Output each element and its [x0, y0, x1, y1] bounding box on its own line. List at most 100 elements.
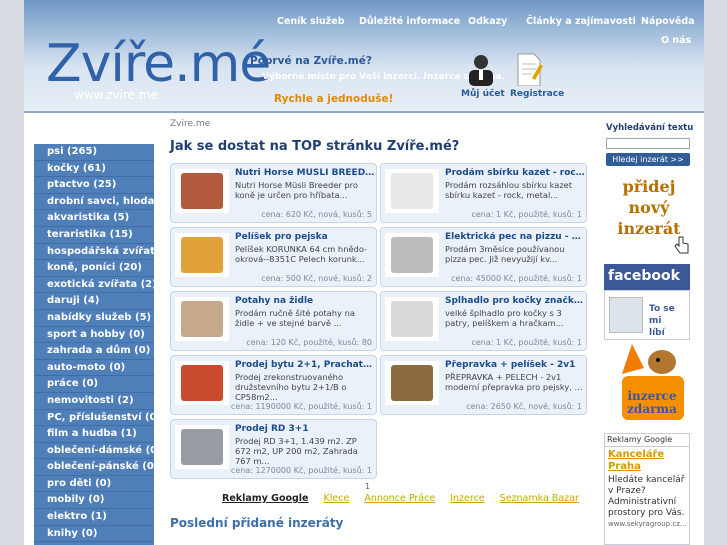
- site-logo[interactable]: Zvíře.mé: [46, 38, 271, 90]
- sidebar-category[interactable]: ptactvo (25): [34, 177, 154, 194]
- nav-clanky[interactable]: Články a zajímavosti: [526, 16, 636, 27]
- listing-card[interactable]: Šplhadlo pro kočky značky S... velké šplh…: [380, 291, 587, 351]
- sidebar-category[interactable]: sport a hobby (0): [34, 327, 154, 344]
- listing-description: Pelíšek KORUNKA 64 cm hnědo-okrová--8351…: [235, 244, 368, 264]
- listing-thumbnail[interactable]: [175, 361, 229, 405]
- listing-price: cena: 45000 Kč, použité, kusů: 1: [451, 274, 582, 283]
- sidebar-category[interactable]: akvaristika (5): [34, 210, 154, 227]
- listing-thumbnail[interactable]: [175, 425, 229, 469]
- listing-card[interactable]: Přepravka + pelíšek - 2v1 PŘEPRAVKA + PEL…: [380, 355, 587, 415]
- nav-napoveda[interactable]: Nápověda: [641, 16, 695, 27]
- listing-thumbnail[interactable]: [175, 297, 229, 341]
- listing-card[interactable]: Elektrická pec na pizzu - Pro... Prodám 3…: [380, 227, 587, 287]
- sidebar-category[interactable]: knihy (0): [34, 526, 154, 543]
- hand-cursor-icon: [674, 236, 689, 254]
- listing-card[interactable]: Prodej RD 3+1 Prodej RD 3+1, 1.439 m2. ZP…: [170, 419, 377, 479]
- ad-link-prace[interactable]: Annonce Práce: [364, 493, 435, 504]
- sidebar-category[interactable]: nabídky služeb (5): [34, 310, 154, 327]
- nav-o-nas[interactable]: O nás: [661, 35, 691, 46]
- listing-description: Nutri Horse Müsli Breeder pro koně je ur…: [235, 180, 358, 200]
- sidebar-category[interactable]: práce (0): [34, 376, 154, 393]
- fb-text-line: To se mi: [649, 304, 675, 326]
- my-account-link[interactable]: Můj účet: [461, 89, 505, 99]
- listing-card[interactable]: Pelíšek pro pejska Pelíšek KORUNKA 64 cm …: [170, 227, 377, 287]
- dog-with-sign-image: [622, 344, 684, 420]
- sidebar-category[interactable]: oblečení-pánské (0): [34, 459, 154, 476]
- listing-card[interactable]: Nutri Horse MÜSLI BREEDER 20kg Nutri Hors…: [170, 163, 377, 223]
- sidebar-category[interactable]: daruji (4): [34, 293, 154, 310]
- listing-title[interactable]: Přepravka + pelíšek - 2v1: [445, 360, 585, 370]
- nav-odkazy[interactable]: Odkazy: [468, 16, 507, 27]
- ad-link-klece[interactable]: Klece: [324, 493, 350, 504]
- ad-link-inzerce[interactable]: Inzerce: [450, 493, 484, 504]
- right-column: Vyhledávání textu Hledej inzerát >> přid…: [604, 118, 694, 545]
- pagination[interactable]: 1: [365, 482, 370, 491]
- breadcrumb[interactable]: Zvire.me: [170, 119, 210, 129]
- sidebar-top: [34, 118, 154, 144]
- free-ad-line: zdarma: [627, 402, 677, 416]
- facebook-like-text[interactable]: To se mi líbí: [649, 303, 689, 339]
- sidebar-category[interactable]: koně, poníci (20): [34, 260, 154, 277]
- listing-title[interactable]: Pelíšek pro pejska: [235, 232, 375, 242]
- sidebar-category[interactable]: exotická zvířata (2): [34, 277, 154, 294]
- sidebar-category[interactable]: pro děti (0): [34, 476, 154, 493]
- sidebar-category[interactable]: hospodářská zvířata (13): [34, 244, 154, 261]
- sidebar-category[interactable]: zahrada a dům (0): [34, 343, 154, 360]
- nav-cenik[interactable]: Ceník služeb: [277, 16, 345, 27]
- listing-title[interactable]: Prodej RD 3+1: [235, 424, 375, 434]
- listing-thumbnail[interactable]: [385, 361, 439, 405]
- listing-card[interactable]: Prodám sbírku kazet - rock, ... Prodám ro…: [380, 163, 587, 223]
- sidebar-category[interactable]: oblečení-dámské (0): [34, 443, 154, 460]
- register-link[interactable]: Registrace: [510, 89, 564, 99]
- listing-description: Prodej zrekonstruovaného družstevního by…: [235, 372, 347, 402]
- ads-label[interactable]: Reklamy Google: [222, 493, 309, 504]
- search-button[interactable]: Hledej inzerát >>: [606, 153, 690, 166]
- listing-card[interactable]: Potahy na židle Prodám ručně šité potahy …: [170, 291, 377, 351]
- free-ad-banner[interactable]: inzerce zdarma: [614, 344, 690, 430]
- search-label: Vyhledávání textu: [606, 123, 694, 133]
- sidebar-category[interactable]: film a hudba (1): [34, 426, 154, 443]
- listing-card[interactable]: Prodej bytu 2+1, Prachatice Prodej zrekon…: [170, 355, 377, 415]
- ad-link-seznamka[interactable]: Seznamka Bazar: [500, 493, 579, 504]
- listing-price: cena: 500 Kč, nové, kusů: 2: [261, 274, 372, 283]
- sidebar-category[interactable]: elektro (1): [34, 509, 154, 526]
- listing-thumbnail[interactable]: [385, 297, 439, 341]
- page: Ceník služeb Důležité informace Odkazy Č…: [24, 0, 704, 545]
- listing-title[interactable]: Prodej bytu 2+1, Prachatice: [235, 360, 375, 370]
- listing-thumbnail[interactable]: [385, 169, 439, 213]
- listing-price: cena: 620 Kč, nová, kusů: 5: [261, 210, 372, 219]
- sidebar-category[interactable]: nemovitosti (2): [34, 393, 154, 410]
- register-document-icon[interactable]: [510, 52, 548, 86]
- sidebar-category[interactable]: kočky (61): [34, 161, 154, 178]
- latest-listings-heading: Poslední přidané inzeráty: [170, 516, 344, 530]
- sidebar-category[interactable]: PC, příslušenství (0): [34, 410, 154, 427]
- listing-title[interactable]: Prodám sbírku kazet - rock, ...: [445, 168, 585, 178]
- sidebar-category[interactable]: teraristika (15): [34, 227, 154, 244]
- listing-thumbnail[interactable]: [175, 169, 229, 213]
- sidebar-category[interactable]: mobily (0): [34, 492, 154, 510]
- listing-thumbnail[interactable]: [175, 233, 229, 277]
- google-ads-header[interactable]: Reklamy Google: [605, 434, 689, 447]
- page-title[interactable]: Jak se dostat na TOP stránku Zvíře.mé?: [170, 139, 459, 154]
- listing-price: cena: 1190000 Kč, použité, kusů: 1: [230, 402, 372, 411]
- user-icon[interactable]: [462, 52, 500, 86]
- listing-title[interactable]: Potahy na židle: [235, 296, 375, 306]
- listing-title[interactable]: Nutri Horse MÜSLI BREEDER 20kg: [235, 168, 375, 178]
- listing-price: cena: 1 Kč, použité, kusů: 1: [471, 338, 582, 347]
- add-new-listing-button[interactable]: přidej nový inzerát: [608, 176, 690, 260]
- listing-description: PŘEPRAVKA + PELECH - 2v1 moderní přeprav…: [445, 372, 583, 392]
- search-input[interactable]: [606, 138, 690, 149]
- ad-title-link[interactable]: Kanceláře Praha: [605, 447, 689, 475]
- nav-informace[interactable]: Důležité informace: [359, 16, 460, 27]
- fb-text-line: líbí: [649, 328, 665, 338]
- header: Ceník služeb Důležité informace Odkazy Č…: [24, 0, 704, 113]
- facebook-banner[interactable]: facebook: [604, 264, 690, 290]
- listing-description: Prodám rozsáhlou sbírku kazet sbírku kaz…: [445, 180, 573, 200]
- sidebar-category[interactable]: drobní savci, hlodavci (21): [34, 194, 154, 211]
- listing-thumbnail[interactable]: [385, 233, 439, 277]
- sidebar-category[interactable]: psi (265): [34, 144, 154, 161]
- ad-url[interactable]: www.sekyragroup.cz...: [605, 519, 689, 529]
- listing-title[interactable]: Elektrická pec na pizzu - Pro...: [445, 232, 585, 242]
- sidebar-category[interactable]: auto-moto (0): [34, 360, 154, 377]
- listing-title[interactable]: Šplhadlo pro kočky značky S...: [445, 296, 585, 306]
